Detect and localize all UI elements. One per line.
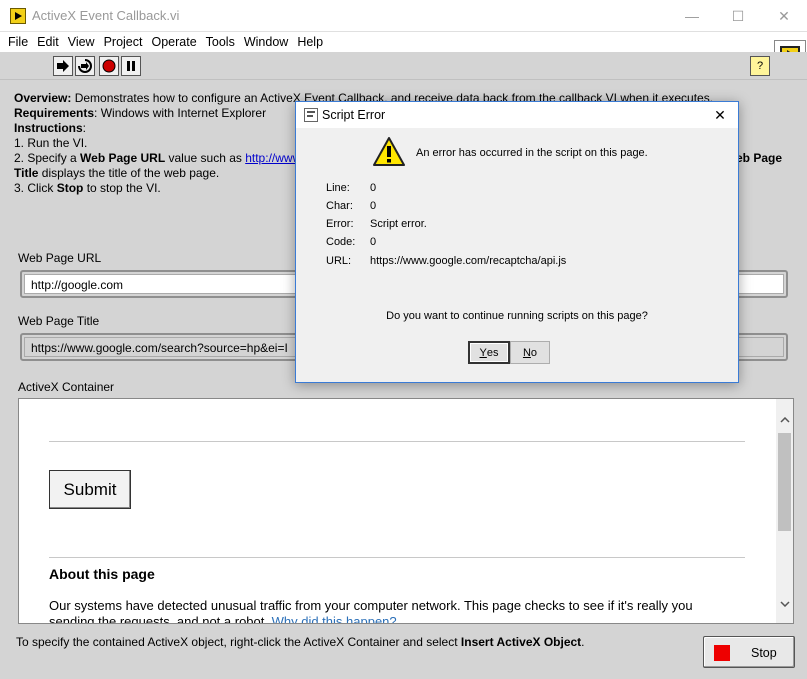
context-help-button[interactable]: ? bbox=[750, 56, 770, 76]
scroll-down-icon[interactable] bbox=[776, 595, 793, 612]
menu-file[interactable]: File bbox=[4, 35, 32, 49]
menu-tools[interactable]: Tools bbox=[202, 35, 239, 49]
minimize-button[interactable]: — bbox=[669, 0, 715, 32]
run-continuously-icon[interactable] bbox=[75, 56, 95, 76]
web-page-title-label: Web Page Title bbox=[18, 314, 100, 328]
dialog-row-code: Code: 0 bbox=[326, 236, 377, 248]
stop-label: Stop bbox=[751, 646, 777, 660]
menu-view[interactable]: View bbox=[64, 35, 99, 49]
about-title: About this page bbox=[49, 566, 155, 582]
vertical-scrollbar[interactable] bbox=[776, 399, 793, 623]
window-title: ActiveX Event Callback.vi bbox=[32, 8, 180, 23]
about-text: Our systems have detected unusual traffi… bbox=[49, 598, 739, 623]
example-url-link[interactable]: http://www bbox=[245, 151, 301, 165]
stop-square-icon bbox=[714, 645, 730, 661]
activex-container-label: ActiveX Container bbox=[18, 380, 115, 394]
dialog-document-icon bbox=[304, 108, 318, 122]
menu-operate[interactable]: Operate bbox=[147, 35, 200, 49]
scroll-thumb[interactable] bbox=[778, 433, 791, 531]
no-button[interactable]: No bbox=[510, 341, 550, 364]
bottom-note: To specify the contained ActiveX object,… bbox=[16, 635, 585, 649]
dialog-question: Do you want to continue running scripts … bbox=[386, 310, 648, 322]
dialog-row-error: Error: Script error. bbox=[326, 218, 427, 230]
labview-vi-icon bbox=[10, 8, 26, 24]
menu-help[interactable]: Help bbox=[293, 35, 327, 49]
dialog-title: Script Error bbox=[322, 108, 386, 122]
scroll-up-icon[interactable] bbox=[776, 411, 793, 428]
dialog-row-url: URL: https://www.google.com/recaptcha/api… bbox=[326, 255, 567, 267]
abort-icon[interactable] bbox=[99, 56, 119, 76]
dialog-row-line: Line: 0 bbox=[326, 182, 377, 194]
close-button[interactable]: ✕ bbox=[761, 0, 807, 32]
menu-bar: File Edit View Project Operate Tools Win… bbox=[0, 32, 807, 52]
dialog-close-button[interactable]: ✕ bbox=[702, 102, 738, 128]
why-did-this-happen-link[interactable]: Why did this happen? bbox=[272, 614, 397, 623]
maximize-button[interactable]: ☐ bbox=[715, 0, 761, 32]
menu-project[interactable]: Project bbox=[100, 35, 147, 49]
stop-button[interactable]: Stop bbox=[703, 636, 795, 668]
menu-edit[interactable]: Edit bbox=[33, 35, 63, 49]
divider bbox=[49, 441, 745, 442]
toolbar: ? bbox=[0, 52, 807, 80]
activex-container[interactable]: Submit About this page Our systems have … bbox=[18, 398, 794, 624]
pause-icon[interactable] bbox=[121, 56, 141, 76]
run-arrow-icon[interactable] bbox=[53, 56, 73, 76]
menu-window[interactable]: Window bbox=[240, 35, 292, 49]
warning-icon bbox=[373, 137, 405, 166]
yes-button[interactable]: Yes bbox=[468, 341, 510, 364]
dialog-message: An error has occurred in the script on t… bbox=[416, 147, 648, 159]
dialog-row-char: Char: 0 bbox=[326, 200, 377, 212]
web-page-url-label: Web Page URL bbox=[18, 251, 102, 265]
title-bar: ActiveX Event Callback.vi — ☐ ✕ bbox=[0, 0, 807, 32]
submit-button[interactable]: Submit bbox=[49, 470, 131, 509]
divider bbox=[49, 557, 745, 558]
dialog-title-bar: Script Error ✕ bbox=[296, 102, 738, 128]
script-error-dialog: Script Error ✕ An error has occurred in … bbox=[295, 101, 739, 383]
